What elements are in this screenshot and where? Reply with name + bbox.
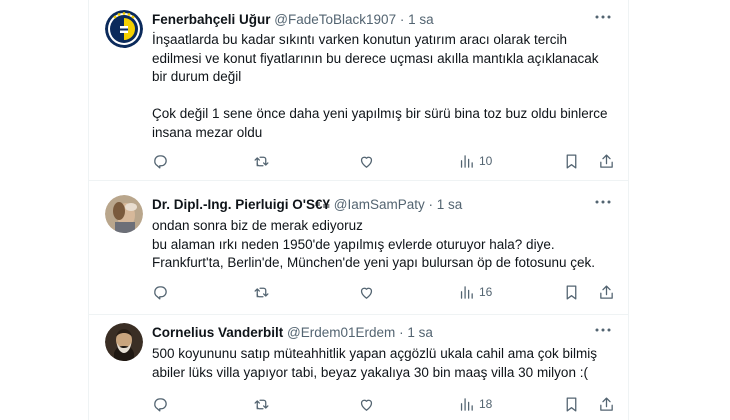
avatar[interactable] (105, 323, 143, 361)
author-handle[interactable]: @Erdem01Erdem (287, 325, 395, 340)
like-button[interactable] (358, 282, 375, 302)
more-icon[interactable] (593, 321, 613, 341)
like-icon (360, 287, 373, 299)
more-icon[interactable] (593, 193, 613, 213)
retweet-icon (254, 156, 269, 166)
separator: · (399, 325, 404, 340)
reply-icon (154, 397, 167, 412)
reply-icon (154, 154, 167, 169)
avatar[interactable] (105, 195, 143, 233)
author-name[interactable]: Cornelius Vanderbilt (152, 325, 283, 340)
timeline: Fenerbahçeli Uğur @FadeToBlack1907 · 1 s… (88, 0, 629, 420)
avatar[interactable] (105, 10, 143, 48)
tweet-text: İnşaatlarda bu kadar sıkıntı varken konu… (152, 32, 608, 140)
bookmark-button[interactable] (563, 394, 580, 414)
timestamp[interactable]: 1 sa (408, 12, 434, 27)
separator: · (428, 197, 434, 212)
action-bar: 16 (152, 282, 614, 302)
fenerbahce-crest-avatar (105, 10, 143, 48)
views-icon (460, 397, 473, 411)
views-count: 10 (479, 154, 493, 168)
share-button[interactable] (598, 282, 615, 302)
action-bar: 18 (152, 394, 614, 414)
reply-button[interactable] (152, 282, 169, 302)
author-handle[interactable]: @FadeToBlack1907 (274, 12, 396, 27)
author-name[interactable]: Dr. Dipl.-Ing. Pierluigi O'S€¥ (152, 197, 330, 212)
bookmark-button[interactable] (563, 151, 580, 171)
views-count: 18 (479, 397, 493, 411)
bookmark-button[interactable] (563, 282, 580, 302)
retweet-icon (254, 399, 269, 409)
views-icon (460, 285, 473, 299)
reply-icon (154, 285, 167, 300)
photo-avatar (105, 195, 143, 233)
tweet-text: ondan sonra biz de merak ediyoruz bu ala… (152, 218, 595, 270)
like-icon (360, 156, 373, 168)
tweet-header: Cornelius Vanderbilt @Erdem01Erdem · 1 s… (152, 324, 613, 342)
retweet-icon (254, 287, 269, 297)
timestamp[interactable]: 1 sa (407, 325, 433, 340)
portrait-avatar (105, 323, 143, 361)
retweet-button[interactable] (253, 394, 270, 414)
tweet-header: Fenerbahçeli Uğur @FadeToBlack1907 · 1 s… (152, 11, 613, 29)
tweet[interactable]: Cornelius Vanderbilt @Erdem01Erdem · 1 s… (89, 315, 629, 420)
bookmark-icon (566, 153, 577, 169)
views-count: 16 (479, 285, 493, 299)
views-button[interactable]: 16 (458, 282, 492, 302)
author-name[interactable]: Fenerbahçeli Uğur (152, 12, 271, 27)
tweet[interactable]: Fenerbahçeli Uğur @FadeToBlack1907 · 1 s… (89, 0, 629, 181)
share-button[interactable] (598, 151, 615, 171)
like-icon (360, 399, 373, 411)
bookmark-icon (566, 396, 577, 412)
retweet-button[interactable] (253, 282, 270, 302)
share-icon (600, 284, 613, 299)
author-handle[interactable]: @IamSamPaty (334, 197, 425, 212)
share-icon (600, 153, 613, 168)
views-button[interactable]: 10 (458, 151, 492, 171)
bookmark-icon (566, 284, 577, 300)
views-button[interactable]: 18 (458, 394, 492, 414)
tweet[interactable]: Dr. Dipl.-Ing. Pierluigi O'S€¥ @IamSamPa… (89, 181, 629, 315)
action-bar: 10 (152, 151, 614, 171)
like-button[interactable] (358, 394, 375, 414)
retweet-button[interactable] (253, 151, 270, 171)
views-icon (460, 154, 473, 168)
tweet-header: Dr. Dipl.-Ing. Pierluigi O'S€¥ @IamSamPa… (152, 196, 613, 214)
share-button[interactable] (598, 394, 615, 414)
tweet-text: 500 koyununu satıp müteahhitlik yapan aç… (152, 346, 601, 380)
reply-button[interactable] (152, 394, 169, 414)
reply-button[interactable] (152, 151, 169, 171)
separator: · (399, 12, 405, 27)
timestamp[interactable]: 1 sa (437, 197, 463, 212)
share-icon (600, 396, 613, 411)
more-icon[interactable] (593, 8, 613, 28)
like-button[interactable] (358, 151, 375, 171)
